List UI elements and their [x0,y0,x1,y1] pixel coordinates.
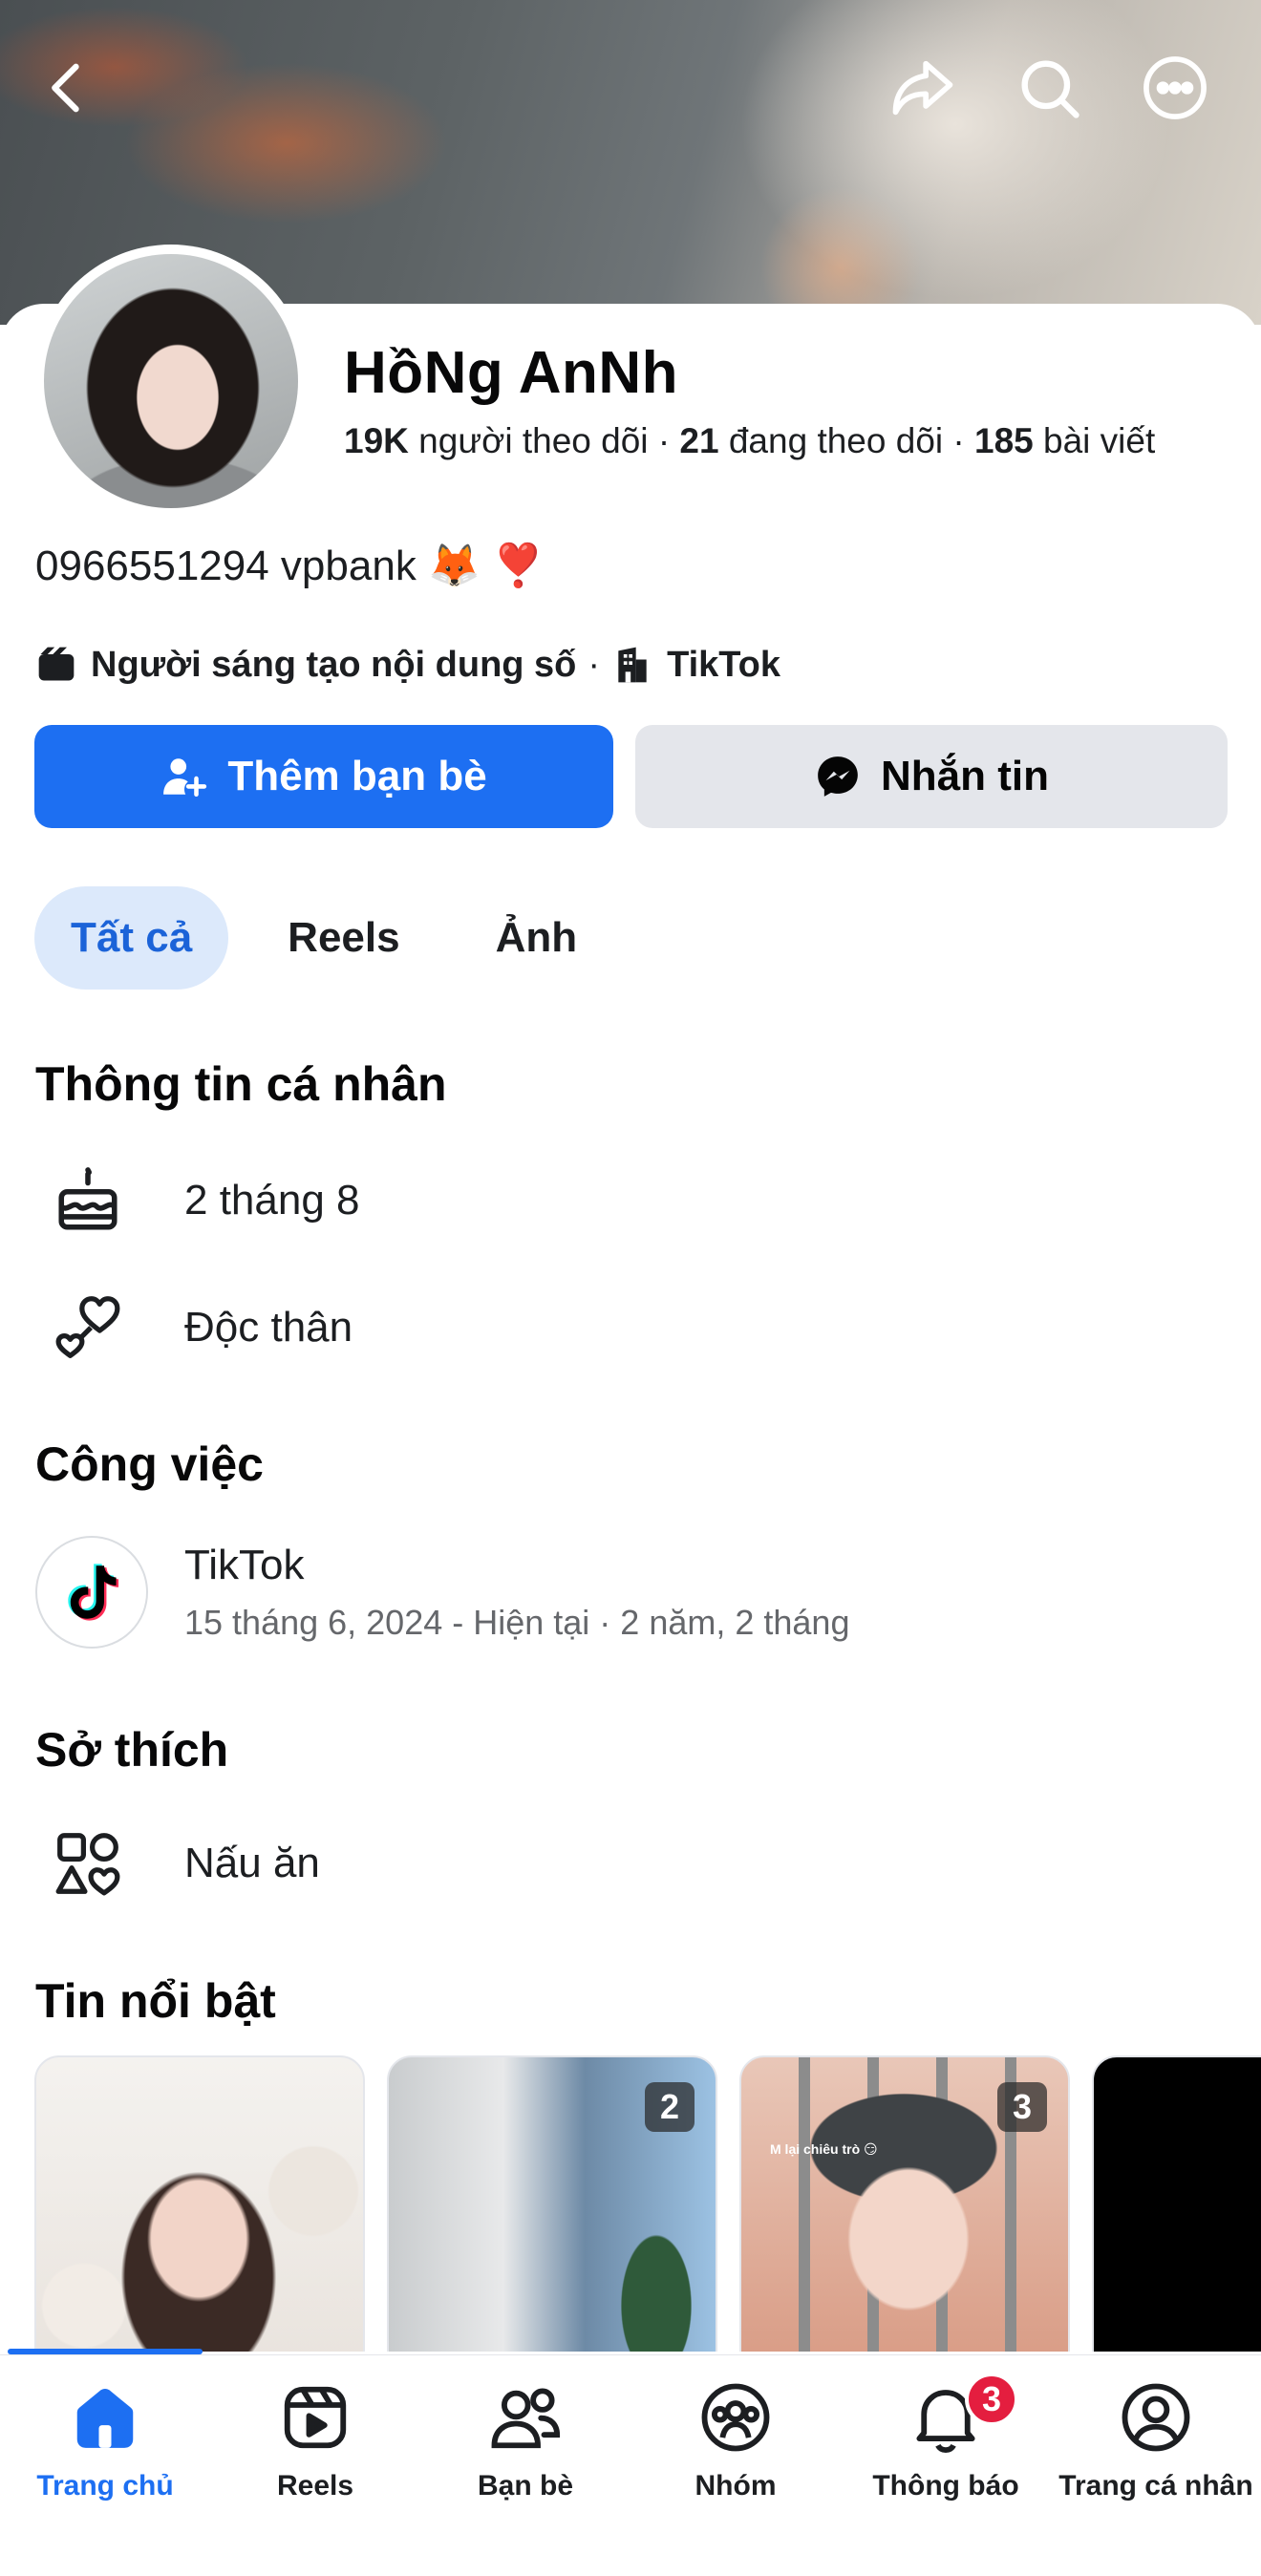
highlight-caption: M lại chiêu trò 😏 [770,2141,878,2157]
friends-icon [491,2388,561,2449]
share-icon [892,60,953,116]
tab-reels[interactable]: Reels [251,886,436,990]
nav-groups-label: Nhóm [695,2470,777,2501]
highlight-card[interactable] [34,2055,365,2352]
work-company: TikTok [184,1542,305,1588]
bottom-navigation: Trang chủ Reels Bạn bè Nhóm 3 Thông báo … [0,2354,1261,2576]
shapes-icon [55,1833,120,1896]
birthday-cake-icon [58,1167,118,1230]
add-friend-label: Thêm bạn bè [227,753,487,799]
hobby-item[interactable]: Nấu ăn [35,1820,320,1906]
more-icon [1143,56,1207,119]
nav-home[interactable]: Trang chủ [0,2355,210,2576]
nav-reels[interactable]: Reels [210,2355,420,2576]
tiktok-logo [35,1536,148,1649]
back-button[interactable] [17,38,117,138]
tab-photos[interactable]: Ảnh [460,886,614,990]
profile-name: HồNg AnNh [344,340,679,406]
nav-reels-label: Reels [276,2470,354,2501]
tab-all[interactable]: Tất cả [34,886,229,990]
nav-groups[interactable]: Nhóm [630,2355,841,2576]
profile-category-line: Người sáng tạo nội dung số · TikTok [35,644,780,686]
notification-badge: 3 [965,2373,1018,2426]
profile-workplace[interactable]: TikTok [667,645,780,686]
section-title-personal-info: Thông tin cá nhân [35,1057,447,1111]
following-label[interactable]: đang theo dõi [729,421,943,460]
avatar-photo [44,254,298,508]
profile-tabs: Tất cả Reels Ảnh [34,886,636,990]
building-icon [618,647,647,683]
messenger-icon [818,756,858,797]
profile-bio: 0966551294 vpbank 🦊 ❣️ [35,543,545,589]
nav-profile[interactable]: Trang cá nhân [1051,2355,1261,2576]
info-row-birthday: 2 tháng 8 [35,1158,360,1244]
highlight-card[interactable]: 2 [387,2055,717,2352]
following-count[interactable]: 21 [679,421,718,460]
posts-count: 185 [974,421,1034,460]
profile-icon [1122,2383,1190,2452]
search-button[interactable] [999,38,1099,138]
section-title-highlights: Tin nổi bật [35,1974,276,2028]
home-icon [76,2388,134,2448]
share-button[interactable] [873,38,972,138]
message-button[interactable]: Nhắn tin [635,725,1228,828]
search-icon [1021,60,1079,118]
relationship-text: Độc thân [184,1304,353,1351]
highlight-card[interactable] [1092,2055,1261,2352]
reels-icon [284,2386,347,2449]
hearts-icon [55,1296,120,1358]
groups-icon [701,2383,770,2452]
followers-label[interactable]: người theo dõi [418,421,648,460]
highlight-card[interactable]: M lại chiêu trò 😏 3 [739,2055,1070,2352]
highlights-strip: 2 M lại chiêu trò 😏 3 [34,2055,1261,2352]
profile-category: Người sáng tạo nội dung số [91,644,577,685]
nav-profile-label: Trang cá nhân [1058,2470,1253,2501]
clapperboard-icon [38,647,75,681]
nav-home-label: Trang chủ [36,2470,174,2501]
nav-friends[interactable]: Bạn bè [420,2355,630,2576]
highlight-count: 2 [645,2082,695,2132]
back-icon [52,63,79,113]
section-title-work: Công việc [35,1437,264,1491]
birthday-text: 2 tháng 8 [184,1177,360,1224]
tiktok-icon [68,1564,119,1621]
profile-stats: 19K người theo dõi · 21 đang theo dõi · … [344,421,1156,460]
nav-notifications-label: Thông báo [872,2470,1019,2501]
hobby-text: Nấu ăn [184,1840,320,1886]
info-row-relationship: Độc thân [35,1285,353,1371]
followers-count[interactable]: 19K [344,421,409,460]
highlight-count: 3 [997,2082,1047,2132]
posts-label: bài viết [1043,421,1156,460]
more-button[interactable] [1125,38,1225,138]
work-item[interactable]: TikTok 15 tháng 6, 2024 - Hiện tại · 2 n… [35,1536,849,1649]
work-period: 15 tháng 6, 2024 - Hiện tại · 2 năm, 2 t… [184,1603,850,1642]
avatar[interactable] [34,245,308,518]
nav-friends-label: Bạn bè [477,2470,574,2501]
nav-notifications[interactable]: 3 Thông báo [841,2355,1051,2576]
message-label: Nhắn tin [881,753,1049,799]
add-friend-icon [163,758,207,798]
add-friend-button[interactable]: Thêm bạn bè [34,725,613,828]
section-title-hobbies: Sở thích [35,1723,229,1777]
